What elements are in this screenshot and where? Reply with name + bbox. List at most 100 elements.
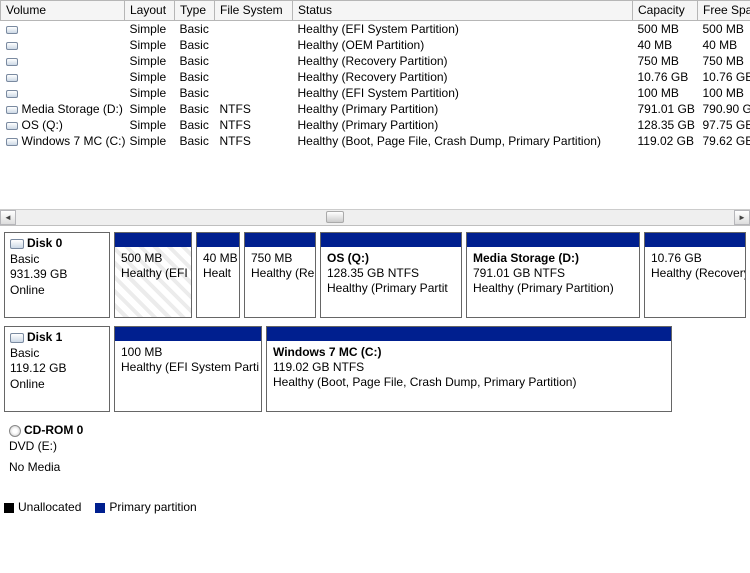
legend-unallocated: Unallocated	[4, 500, 81, 514]
partition-bar	[645, 233, 745, 247]
disk-graphical-area: Disk 0 Basic 931.39 GB Online 500 MB Hea…	[0, 225, 750, 498]
legend: Unallocated Primary partition	[0, 498, 750, 516]
volume-layout: Simple	[125, 85, 175, 101]
volume-name: OS (Q:)	[22, 118, 63, 132]
volume-free: 500 MB	[698, 21, 750, 38]
volume-capacity: 119.02 GB	[633, 133, 698, 149]
table-row[interactable]: Media Storage (D:)SimpleBasicNTFSHealthy…	[1, 101, 750, 117]
disk-name: Disk 1	[27, 330, 62, 344]
partition-status: Healthy (EFI	[121, 266, 185, 281]
volume-free: 750 MB	[698, 53, 750, 69]
scroll-right-button[interactable]: ►	[734, 210, 750, 225]
table-row[interactable]: SimpleBasicHealthy (EFI System Partition…	[1, 21, 750, 38]
partition-title: Windows 7 MC (C:)	[273, 345, 665, 360]
volume-icon	[6, 58, 18, 66]
scroll-left-button[interactable]: ◄	[0, 210, 16, 225]
volume-fs: NTFS	[215, 117, 293, 133]
partition[interactable]: Media Storage (D:) 791.01 GB NTFS Health…	[466, 232, 640, 318]
disk-management-window: Volume Layout Type File System Status Ca…	[0, 0, 750, 573]
disk-partition-map: 500 MB Healthy (EFI 40 MB Healt	[114, 232, 746, 318]
partition-size: 10.76 GB	[651, 251, 739, 266]
partition[interactable]: Windows 7 MC (C:) 119.02 GB NTFS Healthy…	[266, 326, 672, 412]
disk-info-panel[interactable]: CD-ROM 0 DVD (E:) No Media	[4, 420, 110, 490]
col-volume[interactable]: Volume	[1, 1, 125, 21]
partition-bar	[115, 233, 191, 247]
table-row[interactable]: SimpleBasicHealthy (EFI System Partition…	[1, 85, 750, 101]
disk-info-panel[interactable]: Disk 0 Basic 931.39 GB Online	[4, 232, 110, 318]
table-row[interactable]: SimpleBasicHealthy (Recovery Partition)1…	[1, 69, 750, 85]
partition-title: OS (Q:)	[327, 251, 455, 266]
volume-status: Healthy (Primary Partition)	[293, 117, 633, 133]
volume-type: Basic	[175, 53, 215, 69]
partition[interactable]: 750 MB Healthy (Re	[244, 232, 316, 318]
col-filesystem[interactable]: File System	[215, 1, 293, 21]
volume-layout: Simple	[125, 133, 175, 149]
volume-free: 790.90 GB	[698, 101, 750, 117]
volume-status: Healthy (Recovery Partition)	[293, 69, 633, 85]
volume-fs: NTFS	[215, 101, 293, 117]
partition-status: Healthy (Recovery	[651, 266, 739, 281]
volume-free: 100 MB	[698, 85, 750, 101]
partition-status: Healthy (Primary Partit	[327, 281, 455, 296]
volume-free: 40 MB	[698, 37, 750, 53]
partition-bar	[267, 327, 671, 341]
table-row[interactable]: SimpleBasicHealthy (OEM Partition)40 MB4…	[1, 37, 750, 53]
partition[interactable]: 40 MB Healt	[196, 232, 240, 318]
partition-bar	[115, 327, 261, 341]
partition-size: 500 MB	[121, 251, 185, 266]
disk-name: CD-ROM 0	[24, 423, 83, 437]
partition-title: Media Storage (D:)	[473, 251, 633, 266]
cdrom-icon	[9, 425, 21, 437]
disk-state: Online	[10, 283, 104, 299]
volume-capacity: 40 MB	[633, 37, 698, 53]
partition-bar	[467, 233, 639, 247]
scroll-thumb[interactable]	[326, 211, 344, 223]
volume-type: Basic	[175, 37, 215, 53]
volume-capacity: 500 MB	[633, 21, 698, 38]
volume-fs	[215, 69, 293, 85]
volume-type: Basic	[175, 117, 215, 133]
col-layout[interactable]: Layout	[125, 1, 175, 21]
volume-fs: NTFS	[215, 133, 293, 149]
partition-bar	[245, 233, 315, 247]
volume-icon	[6, 122, 18, 130]
volume-free: 79.62 GB	[698, 133, 750, 149]
volume-fs	[215, 21, 293, 38]
disk-icon	[10, 333, 24, 343]
disk-info-panel[interactable]: Disk 1 Basic 119.12 GB Online	[4, 326, 110, 412]
col-type[interactable]: Type	[175, 1, 215, 21]
table-empty-area	[0, 149, 750, 209]
scroll-track[interactable]	[16, 210, 734, 225]
partition-size: 128.35 GB NTFS	[327, 266, 455, 281]
partition-size: 119.02 GB NTFS	[273, 360, 665, 375]
volume-layout: Simple	[125, 37, 175, 53]
disk-type: Basic	[10, 252, 104, 268]
partition-status: Healthy (Re	[251, 266, 309, 281]
volume-capacity: 791.01 GB	[633, 101, 698, 117]
disk-type: DVD (E:)	[9, 439, 105, 455]
volume-list-table[interactable]: Volume Layout Type File System Status Ca…	[0, 0, 750, 149]
disk-size: 119.12 GB	[10, 361, 104, 377]
partition-status: Healthy (Primary Partition)	[473, 281, 633, 296]
volume-layout: Simple	[125, 101, 175, 117]
partition-bar	[321, 233, 461, 247]
disk-size: 931.39 GB	[10, 267, 104, 283]
col-capacity[interactable]: Capacity	[633, 1, 698, 21]
table-header-row[interactable]: Volume Layout Type File System Status Ca…	[1, 1, 750, 21]
col-freespace[interactable]: Free Space	[698, 1, 750, 21]
partition[interactable]: 100 MB Healthy (EFI System Parti	[114, 326, 262, 412]
partition[interactable]: 500 MB Healthy (EFI	[114, 232, 192, 318]
disk-state: No Media	[9, 460, 105, 476]
swatch-unallocated-icon	[4, 503, 14, 513]
horizontal-scrollbar[interactable]: ◄ ►	[0, 209, 750, 225]
disk-state: Online	[10, 377, 104, 393]
table-row[interactable]: SimpleBasicHealthy (Recovery Partition)7…	[1, 53, 750, 69]
swatch-primary-icon	[95, 503, 105, 513]
partition-size: 750 MB	[251, 251, 309, 266]
partition[interactable]: OS (Q:) 128.35 GB NTFS Healthy (Primary …	[320, 232, 462, 318]
volume-capacity: 128.35 GB	[633, 117, 698, 133]
partition[interactable]: 10.76 GB Healthy (Recovery	[644, 232, 746, 318]
table-row[interactable]: OS (Q:)SimpleBasicNTFSHealthy (Primary P…	[1, 117, 750, 133]
col-status[interactable]: Status	[293, 1, 633, 21]
table-row[interactable]: Windows 7 MC (C:)SimpleBasicNTFSHealthy …	[1, 133, 750, 149]
